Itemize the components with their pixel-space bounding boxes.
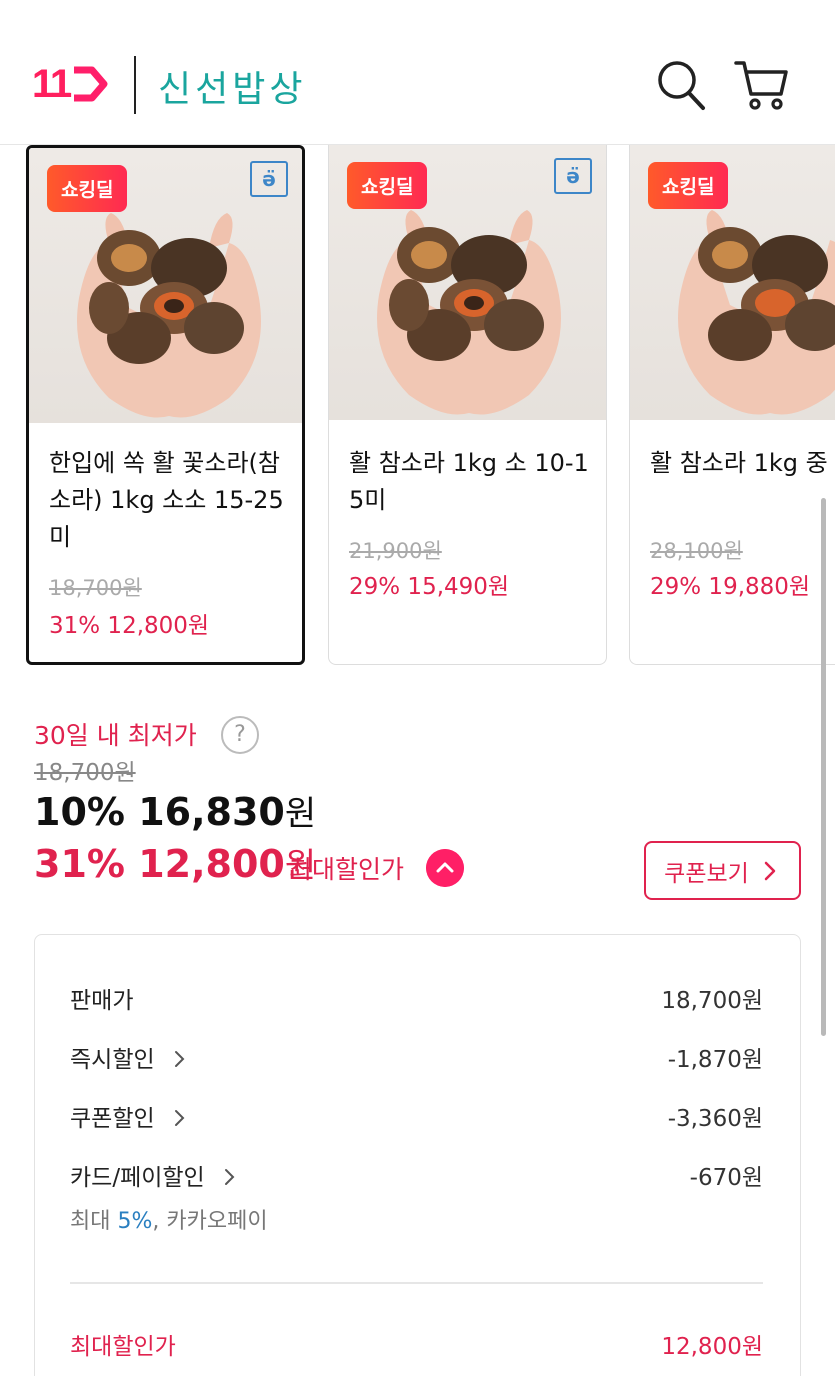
note-percent: 5% [117, 1209, 153, 1234]
breakdown-amount: -670원 [689, 1165, 763, 1191]
product-original-price: 18,700원 [49, 576, 142, 600]
discount-amount: 16,830 [138, 790, 285, 834]
brand-logo[interactable]: 11 [32, 64, 108, 104]
shocking-deal-badge: 쇼킹딜 [47, 165, 128, 212]
discount-percent: 31% [34, 842, 125, 886]
logo-divider [134, 56, 136, 114]
chevron-right-icon [174, 1051, 185, 1067]
breakdown-amount: 18,700원 [661, 988, 763, 1014]
currency-unit: 원 [284, 794, 317, 834]
breakdown-row-card-pay-discount[interactable]: 카드/페이할인 -670원 [70, 1158, 763, 1192]
search-icon[interactable] [655, 58, 707, 112]
shocking-deal-badge: 쇼킹딜 [347, 162, 428, 209]
product-original-price: 21,900원 [349, 539, 442, 563]
note-prefix: 최대 [70, 1209, 118, 1234]
product-image: 쇼킹딜 [630, 145, 835, 420]
product-photo [678, 210, 835, 415]
view-coupons-button[interactable]: 쿠폰보기 [644, 841, 801, 900]
top-header: 11 신선밥상 [0, 0, 835, 145]
scrollbar[interactable] [821, 498, 826, 1036]
product-image: 쇼킹딜 ǝ̈ [29, 148, 302, 423]
product-sale-price: 31% 12,800원 [49, 613, 210, 639]
breakdown-amount: -3,360원 [667, 1106, 763, 1132]
note-suffix: , 카카오페이 [152, 1209, 268, 1234]
product-original-price: 28,100원 [650, 539, 743, 563]
coupon-button-label: 쿠폰보기 [664, 860, 749, 887]
breakdown-label-text: 쿠폰할인 [70, 1106, 155, 1132]
product-sale-price: 29% 15,490원 [349, 574, 510, 600]
service-name[interactable]: 신선밥상 [158, 60, 306, 112]
product-title: 한입에 쏙 활 꽃소라(참소라) 1kg 소소 15-25미 [49, 449, 284, 551]
logo-arrow-icon [74, 66, 108, 102]
product-photo [377, 210, 561, 415]
product-card[interactable]: 쇼킹딜 활 참소라 1kg 중 9미 28,100원 29% 19,880원 [629, 145, 835, 665]
card-discount-note: 최대 5%, 카카오페이 [70, 1203, 268, 1235]
product-image: 쇼킹딜 ǝ̈ [329, 145, 606, 420]
shocking-deal-badge: 쇼킹딜 [648, 162, 729, 209]
product-card[interactable]: 쇼킹딜 ǝ̈ 활 참소라 1kg 소 10-15미 21,900원 29% 15… [328, 145, 607, 665]
total-label: 최대할인가 [70, 1334, 176, 1360]
breakdown-row-total: 최대할인가 12,800원 [70, 1327, 763, 1361]
breakdown-label: 쿠폰할인 [70, 1099, 188, 1133]
help-icon[interactable]: ? [221, 716, 259, 754]
chevron-right-icon [225, 1169, 235, 1185]
breakdown-row-instant-discount[interactable]: 즉시할인 -1,870원 [70, 1040, 763, 1074]
breakdown-amount: -1,870원 [667, 1047, 763, 1073]
chevron-right-icon [174, 1110, 185, 1126]
max-discount-price: 31% 12,800원 [34, 838, 316, 887]
breakdown-label: 카드/페이할인 [70, 1158, 238, 1192]
breakdown-label: 판매가 [70, 988, 134, 1014]
lowest-price-label: 30일 내 최저가 [34, 721, 197, 750]
chevron-right-icon [764, 861, 776, 880]
discount-amount: 12,800 [138, 842, 285, 886]
breakdown-label: 즉시할인 [70, 1040, 188, 1074]
fresh-mark-icon: ǝ̈ [250, 161, 288, 197]
breakdown-label-text: 카드/페이할인 [70, 1165, 205, 1191]
discount-percent: 10% [34, 790, 125, 834]
original-price: 18,700원 [34, 760, 136, 786]
price-breakdown-panel: 판매가 18,700원 즉시할인 -1,870원 쿠폰할인 -3,360원 카드… [34, 934, 801, 1376]
max-discount-label: 최대할인가 [289, 855, 405, 884]
related-products-carousel[interactable]: 쇼킹딜 ǝ̈ 한입에 쏙 활 꽃소라(참소라) 1kg 소소 15-25미 18… [0, 145, 835, 670]
product-card[interactable]: 쇼킹딜 ǝ̈ 한입에 쏙 활 꽃소라(참소라) 1kg 소소 15-25미 18… [26, 145, 305, 665]
breakdown-label-text: 즉시할인 [70, 1047, 155, 1073]
product-photo [77, 213, 261, 418]
logo-number: 11 [32, 62, 72, 106]
product-title: 활 참소라 1kg 중 9미 [650, 449, 835, 477]
cart-icon[interactable] [733, 58, 789, 112]
chevron-up-icon[interactable] [426, 849, 464, 887]
breakdown-row-sale-price: 판매가 18,700원 [70, 981, 763, 1015]
fresh-mark-icon: ǝ̈ [554, 158, 592, 194]
product-title: 활 참소라 1kg 소 10-15미 [349, 449, 589, 514]
total-amount: 12,800원 [661, 1334, 763, 1360]
breakdown-divider [70, 1282, 763, 1284]
product-sale-price: 29% 19,880원 [650, 574, 811, 600]
breakdown-row-coupon-discount[interactable]: 쿠폰할인 -3,360원 [70, 1099, 763, 1133]
instant-discount-price: 10% 16,830원 [34, 786, 316, 835]
